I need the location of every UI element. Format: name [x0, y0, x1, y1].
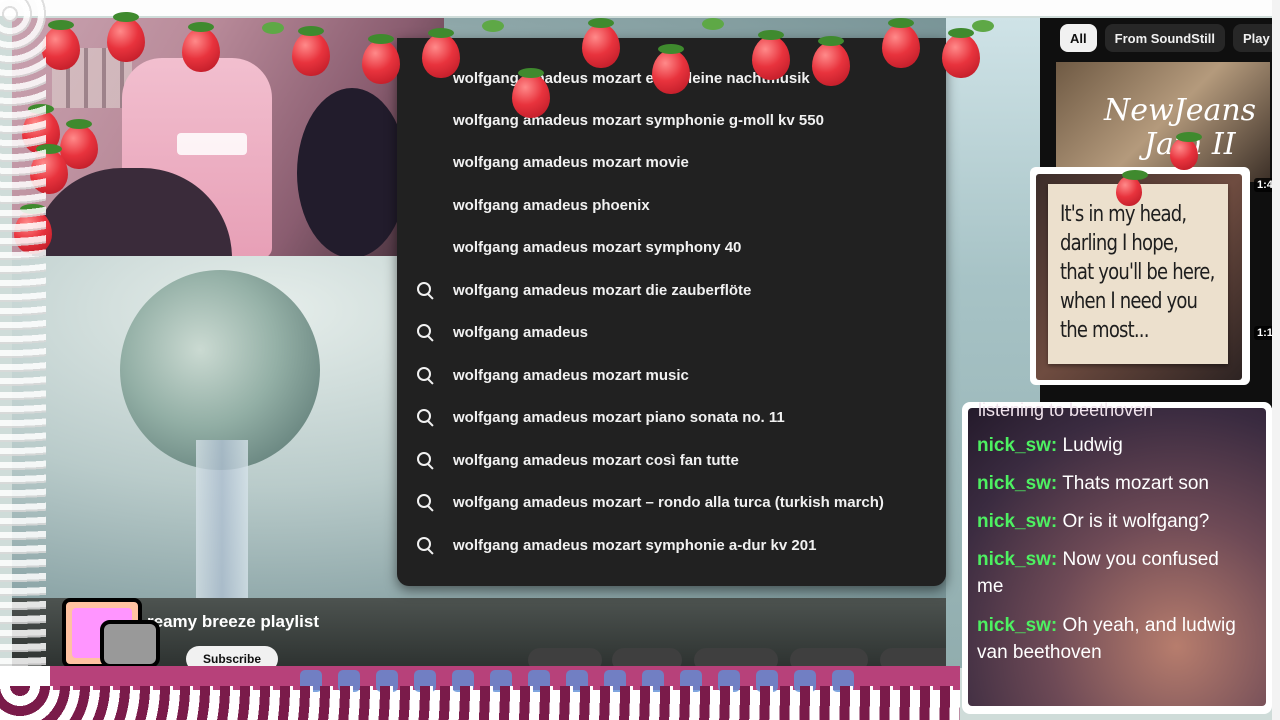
screen: reamy breeze playlist Subscribe All From… [0, 0, 1280, 720]
related-video-thumbnail[interactable]: NewJeans Jam II [1056, 62, 1270, 182]
chat-text: Ludwig [1062, 435, 1123, 456]
chat-message: nick_sw: Now you confused me [977, 546, 1237, 600]
suggestion-text: wolfgang amadeus mozart movie [453, 153, 689, 171]
suggestion-text: wolfgang amadeus [453, 323, 589, 341]
right-edge [1272, 0, 1280, 720]
chat-text: Thats mozart son [1062, 473, 1209, 494]
search-icon [417, 409, 434, 427]
video-title[interactable]: reamy breeze playlist [147, 612, 319, 632]
quote-line: that you'll be here, [1060, 260, 1215, 285]
search-suggestions-dropdown: wolfgang amadeus mozart eine kleine nach… [397, 38, 946, 586]
chat-username: nick_sw: [977, 549, 1058, 570]
suggestion-text: wolfgang amadeus mozart symphonie a-dur … [453, 536, 817, 554]
lace-border-left [0, 0, 46, 720]
quote-line: when I need you [1060, 289, 1198, 314]
suggestion-item[interactable]: wolfgang amadeus mozart eine kleine nach… [397, 58, 946, 98]
search-icon [417, 537, 434, 555]
chat-header: listening to beethoven [978, 400, 1154, 420]
pop-filter [297, 88, 407, 256]
chat-message: nick_sw: Ludwig [977, 432, 1237, 459]
lace-scallop-border [0, 686, 960, 720]
chat-username: nick_sw: [977, 435, 1058, 456]
suggestion-text: wolfgang amadeus phoenix [453, 196, 650, 214]
nyan-cat-head [100, 620, 160, 668]
suggestion-item[interactable]: wolfgang amadeus mozart music [397, 355, 946, 395]
suggestion-item[interactable]: wolfgang amadeus [397, 312, 946, 352]
chip-all[interactable]: All [1060, 24, 1097, 52]
suggestion-text: wolfgang amadeus mozart – rondo alla tur… [453, 493, 884, 511]
top-edge [0, 0, 1280, 16]
suggestion-item[interactable]: wolfgang amadeus mozart – rondo alla tur… [397, 482, 946, 522]
chat-username: nick_sw: [977, 473, 1058, 494]
suggestion-item[interactable]: wolfgang amadeus mozart symphony 40 [397, 227, 946, 267]
chip-from-channel[interactable]: From SoundStill [1104, 24, 1226, 52]
suggestion-text: wolfgang amadeus mozart eine kleine nach… [453, 69, 810, 87]
suggestion-item[interactable]: wolfgang amadeus mozart symphonie g-moll… [397, 100, 946, 140]
wall-photos [52, 48, 132, 108]
chat-text: Or is it wolfgang? [1062, 511, 1210, 532]
search-icon [417, 494, 434, 512]
chat-username: nick_sw: [977, 511, 1058, 532]
suggestion-item[interactable]: wolfgang amadeus mozart piano sonata no.… [397, 397, 946, 437]
search-icon [417, 367, 434, 385]
suggestion-text: wolfgang amadeus mozart così fan tutte [453, 451, 739, 469]
quote-line: the most... [1060, 318, 1149, 343]
quote-line: darling I hope, [1060, 231, 1179, 256]
thumbnail-title-line1: NewJeans [1104, 93, 1257, 128]
suggestion-item[interactable]: wolfgang amadeus mozart symphonie a-dur … [397, 525, 946, 565]
chat-message: nick_sw: Or is it wolfgang? [977, 508, 1237, 535]
suggestion-text: wolfgang amadeus mozart music [453, 366, 689, 384]
suggestion-text: wolfgang amadeus mozart die zauberflöte [453, 281, 752, 299]
suggestion-item[interactable]: wolfgang amadeus mozart movie [397, 142, 946, 182]
strawberry-icon [1116, 170, 1148, 206]
suggestion-text: wolfgang amadeus mozart symphonie g-moll… [453, 111, 824, 129]
chair-logo [177, 133, 247, 155]
filter-chips: All From SoundStill Play [1060, 24, 1280, 52]
suggestion-text: wolfgang amadeus mozart piano sonata no.… [453, 408, 785, 426]
chat-username: nick_sw: [977, 615, 1058, 636]
quote-text: It's in my head, darling I hope, that yo… [1060, 200, 1215, 345]
chat-message: nick_sw: Oh yeah, and ludwig van beethov… [977, 612, 1237, 666]
suggestion-text: wolfgang amadeus mozart symphony 40 [453, 238, 742, 256]
search-icon [417, 452, 434, 470]
strawberry-icon [1170, 132, 1202, 170]
chat-message: nick_sw: Thats mozart son [977, 470, 1237, 497]
suggestion-item[interactable]: wolfgang amadeus mozart così fan tutte [397, 440, 946, 480]
search-icon [417, 282, 434, 300]
suggestion-item[interactable]: wolfgang amadeus mozart die zauberflöte [397, 270, 946, 310]
nyan-cat-sticker [40, 598, 160, 668]
suggestion-item[interactable]: wolfgang amadeus phoenix [397, 185, 946, 225]
search-icon [417, 324, 434, 342]
